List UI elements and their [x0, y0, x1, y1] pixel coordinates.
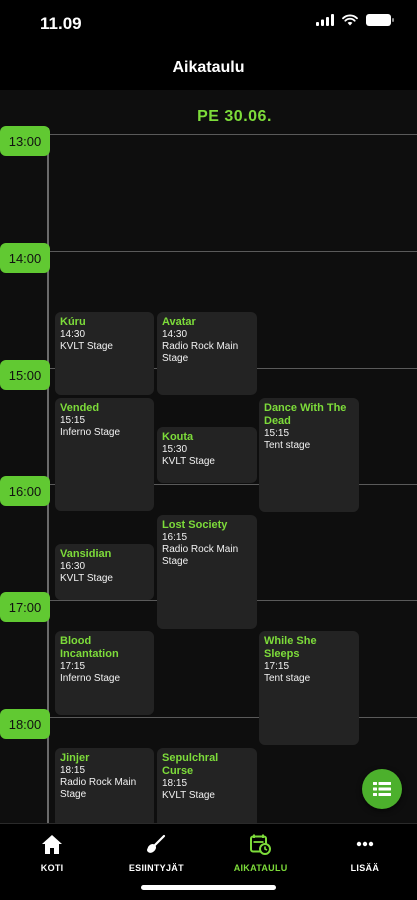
hour-line [0, 251, 417, 252]
event-time: 15:30 [162, 444, 188, 455]
event-name: Blood Incantation [60, 635, 119, 660]
tab-lisaa[interactable]: LISÄÄ [313, 824, 417, 900]
event-card[interactable]: Vended 15:15 Inferno Stage [55, 398, 154, 511]
time-label-15: 15:00 [0, 360, 50, 390]
nav-bar: Aikataulu [0, 50, 417, 90]
event-stage: Tent stage [264, 673, 311, 684]
event-card[interactable]: Sepulchral Curse 18:15 KVLT Stage [157, 748, 257, 823]
signal-icon [316, 14, 334, 26]
event-card[interactable]: Dance With The Dead 15:15 Tent stage [259, 398, 359, 512]
event-stage: Radio Rock Main Stage [60, 777, 137, 800]
home-indicator [141, 885, 276, 890]
status-icons [316, 14, 394, 26]
event-name: Lost Society [162, 519, 228, 531]
event-stage: Radio Rock Main Stage [162, 544, 239, 567]
list-icon [373, 782, 391, 796]
event-name: Vended [60, 402, 100, 414]
event-stage: KVLT Stage [162, 456, 215, 467]
event-name: Jinjer [60, 752, 90, 764]
event-stage: KVLT Stage [60, 573, 113, 584]
schedule-icon [250, 833, 272, 855]
event-time: 15:15 [264, 428, 290, 439]
event-name: Sepulchral Curse [162, 752, 219, 777]
event-name: Avatar [162, 316, 196, 328]
event-stage: Inferno Stage [60, 427, 121, 438]
tab-label: ESIINTYJÄT [128, 863, 184, 873]
battery-icon [366, 14, 394, 26]
tab-label: AIKATAULU [233, 863, 288, 873]
time-label-14: 14:00 [0, 243, 50, 273]
time-label-16: 16:00 [0, 476, 50, 506]
guitar-icon [145, 833, 167, 855]
event-card[interactable]: Jinjer 18:15 Radio Rock Main Stage [55, 748, 154, 823]
list-view-button[interactable] [362, 769, 402, 809]
event-card[interactable]: Blood Incantation 17:15 Inferno Stage [55, 631, 154, 715]
day-header: PE 30.06. [197, 108, 272, 125]
event-time: 14:30 [162, 329, 188, 340]
status-time: 11.09 [40, 14, 82, 33]
schedule-grid[interactable]: PE 30.06. 13:00 14:00 15:00 16:00 17:00 … [0, 90, 417, 823]
event-time: 15:15 [60, 415, 86, 426]
more-icon [354, 833, 376, 855]
tab-label: LISÄÄ [350, 863, 380, 873]
event-stage: KVLT Stage [162, 790, 215, 801]
event-stage: Inferno Stage [60, 673, 121, 684]
home-icon [41, 833, 63, 855]
hour-line [0, 134, 417, 135]
event-time: 17:15 [264, 661, 290, 672]
time-label-17: 17:00 [0, 592, 50, 622]
page-title: Aikataulu [172, 59, 245, 76]
event-name: Kúru [60, 316, 86, 328]
tab-label: KOTI [40, 863, 64, 873]
event-time: 16:15 [162, 532, 188, 543]
event-card[interactable]: While She Sleeps 17:15 Tent stage [259, 631, 359, 745]
tab-koti[interactable]: KOTI [0, 824, 104, 900]
event-stage: Tent stage [264, 440, 311, 451]
event-stage: Radio Rock Main Stage [162, 341, 239, 364]
wifi-icon [342, 14, 358, 26]
status-bar: 11.09 [0, 0, 417, 50]
event-card[interactable]: Lost Society 16:15 Radio Rock Main Stage [157, 515, 257, 629]
event-time: 18:15 [60, 765, 86, 776]
event-time: 18:15 [162, 778, 188, 789]
event-name: Vansidian [60, 548, 112, 560]
event-time: 16:30 [60, 561, 86, 572]
event-card[interactable]: Kúru 14:30 KVLT Stage [55, 312, 154, 395]
event-name: While She Sleeps [264, 635, 317, 660]
event-name: Dance With The Dead [264, 402, 347, 427]
event-card[interactable]: Kouta 15:30 KVLT Stage [157, 427, 257, 483]
event-stage: KVLT Stage [60, 341, 113, 352]
event-name: Kouta [162, 431, 194, 443]
event-time: 17:15 [60, 661, 86, 672]
event-card[interactable]: Vansidian 16:30 KVLT Stage [55, 544, 154, 600]
time-label-13: 13:00 [0, 126, 50, 156]
time-label-18: 18:00 [0, 709, 50, 739]
event-card[interactable]: Avatar 14:30 Radio Rock Main Stage [157, 312, 257, 395]
event-time: 14:30 [60, 329, 86, 340]
